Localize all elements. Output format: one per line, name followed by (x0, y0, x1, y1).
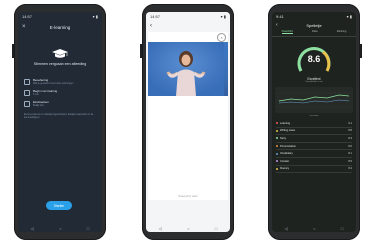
list-item[interactable]: Story 8.3 (276, 135, 352, 143)
category-value: 8.6 (348, 144, 352, 148)
home-nav-icon[interactable]: ○ (59, 226, 61, 231)
status-icons: ▾ ▮ (220, 13, 226, 19)
list-item[interactable]: Learning 9.1 (276, 120, 352, 128)
status-dot (276, 145, 278, 148)
status-icons: ▾ ▮ (92, 13, 98, 19)
header: × E-learning (18, 20, 102, 34)
back-arrow-icon[interactable]: ‹ (150, 23, 152, 29)
close-button[interactable]: × (217, 33, 226, 42)
category-value: 8.4 (348, 167, 352, 171)
status-dot (276, 129, 278, 132)
test-icon (24, 101, 30, 107)
category-name: Pronunciation (280, 144, 296, 148)
category-name: Story (280, 136, 287, 140)
close-icon[interactable]: × (22, 24, 26, 30)
side-button (12, 44, 14, 58)
welcome-text: Stimmen vergusan een afleeding (33, 62, 87, 66)
tab-ranking[interactable]: Ranking (337, 30, 347, 34)
category-value: 8.3 (348, 136, 352, 140)
phone-score: 9:41 ▾ ▮ ‹ Spelletje Overzicht Data Rank… (268, 4, 362, 240)
status-bar: 14:57 ▾ ▮ (18, 12, 102, 20)
tab-bar: Overzicht Data Ranking (272, 30, 356, 37)
tab-data[interactable]: Data (312, 30, 317, 34)
video-player[interactable] (148, 42, 228, 96)
list-item[interactable]: Pronunciation 8.6 (276, 143, 352, 151)
option-practice[interactable]: Beoefening Wat je geoefend met korte oefe… (24, 78, 96, 85)
list-item[interactable]: Contact 8.5 (276, 158, 352, 166)
option-desc: Bekijk tips (33, 104, 44, 107)
progress-chart: Last time (275, 87, 353, 117)
side-button (360, 44, 362, 58)
list-item[interactable]: Vocabulary 8.1 (276, 150, 352, 158)
category-value: 8.1 (348, 152, 352, 156)
status-icons: ▾ ▮ (346, 13, 352, 19)
status-dot (276, 167, 278, 170)
option-final-test[interactable]: Eindtoetsen Bekijk tips (24, 100, 96, 107)
info-note: Eerst eerste les is volledig ingescholan… (24, 113, 94, 120)
category-name: Writing notes (280, 129, 296, 133)
status-dot (276, 152, 278, 155)
status-time: 9:41 (276, 13, 284, 19)
phone-elearning: 14:57 ▾ ▮ × E-learning Stimmen vergusan … (12, 4, 106, 240)
back-arrow-icon[interactable]: ‹ (276, 22, 278, 28)
screen: 9:41 ▾ ▮ ‹ Spelletje Overzicht Data Rank… (272, 12, 356, 232)
recents-nav-icon[interactable]: □ (215, 226, 217, 231)
category-name: Learning (280, 121, 291, 125)
android-nav-bar: ◁ ○ □ (146, 224, 230, 232)
status-bar: 9:41 ▾ ▮ (272, 12, 356, 20)
recents-nav-icon[interactable]: □ (341, 226, 343, 231)
start-button[interactable]: Starten (46, 201, 72, 210)
android-nav-bar: ◁ ○ □ (272, 224, 356, 232)
header: ‹ Spelletje (272, 20, 356, 30)
status-time: 14:57 (22, 13, 33, 19)
video-modal: × Powered by video (148, 32, 228, 200)
status-dot (276, 160, 278, 163)
list-item[interactable]: Fluency 8.4 (276, 166, 352, 174)
practice-icon (24, 79, 30, 85)
status-dot (276, 122, 278, 125)
clock-icon (24, 90, 30, 96)
status-dot (276, 137, 278, 140)
score-gauge: 8.6 (294, 43, 334, 77)
status-time: 14:57 (150, 13, 161, 19)
page-title: E-learning (49, 24, 71, 30)
presenter-image (148, 42, 224, 96)
header: ‹ (146, 20, 230, 32)
screen: 14:57 ▾ ▮ × E-learning Stimmen vergusan … (18, 12, 102, 232)
page-title: Spelletje (306, 22, 322, 28)
category-name: Contact (280, 159, 289, 163)
chart-label: Last time (309, 115, 319, 117)
score-value: 8.6 (307, 54, 321, 64)
status-bar: 14:57 ▾ ▮ (146, 12, 230, 20)
android-nav-bar: ◁ ○ □ (18, 224, 102, 232)
option-desc: 6 min (33, 93, 39, 96)
back-nav-icon[interactable]: ◁ (285, 226, 288, 231)
tab-overview[interactable]: Overzicht (281, 30, 293, 34)
options-list: Beoefening Wat je geoefend met korte oefe… (18, 78, 102, 107)
back-nav-icon[interactable]: ◁ (31, 226, 34, 231)
category-list: Learning 9.1 Writing notes 8.8 Story 8.3 Pr… (276, 120, 352, 174)
sub-label: Gemiddelde score (305, 81, 323, 83)
graduation-cap-icon (52, 46, 68, 58)
video-footer: Powered by video (178, 195, 198, 198)
category-name: Fluency (280, 167, 290, 171)
category-value: 9.1 (348, 121, 352, 125)
back-nav-icon[interactable]: ◁ (159, 226, 162, 231)
recents-nav-icon[interactable]: □ (87, 226, 89, 231)
phone-video: 14:57 ▾ ▮ ‹ × Powered by video ◁ ○ □ (140, 4, 234, 240)
screen: 14:57 ▾ ▮ ‹ × Powered by video ◁ ○ □ (146, 12, 230, 232)
side-button (140, 44, 142, 58)
option-desc: Wat je geoefend met korte oefeningen (33, 82, 74, 85)
home-nav-icon[interactable]: ○ (313, 226, 315, 231)
category-value: 8.5 (348, 159, 352, 163)
list-item[interactable]: Writing notes 8.8 (276, 128, 352, 136)
category-value: 8.8 (348, 129, 352, 133)
category-name: Vocabulary (280, 152, 293, 156)
home-nav-icon[interactable]: ○ (187, 226, 189, 231)
option-start-training[interactable]: Begin met training 6 min (24, 89, 96, 96)
